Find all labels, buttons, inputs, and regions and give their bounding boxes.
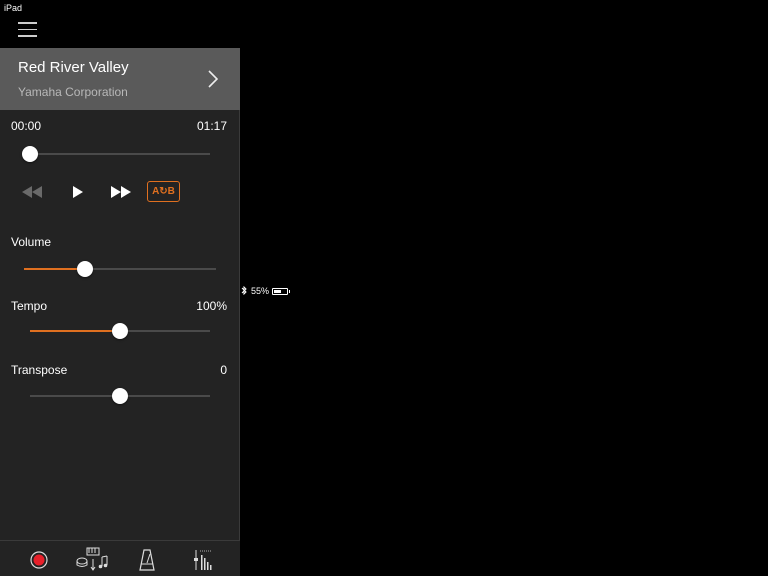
slider-thumb[interactable] [77, 261, 94, 277]
slider-thumb[interactable] [112, 323, 128, 339]
volume-label: Volume [11, 235, 52, 249]
rewind-icon [22, 186, 42, 198]
device-name: iPad [4, 3, 23, 13]
slider-fill [30, 330, 120, 332]
song-artist: Yamaha Corporation [18, 85, 128, 99]
slider-track [30, 153, 210, 155]
tempo-value: 100% [196, 299, 227, 313]
play-button[interactable] [70, 181, 86, 203]
style-button[interactable] [76, 547, 110, 573]
slider-thumb[interactable] [22, 146, 38, 162]
total-time: 01:17 [196, 119, 227, 133]
volume-slider[interactable] [24, 259, 216, 279]
battery-icon [272, 287, 291, 295]
chevron-right-icon [208, 70, 218, 88]
mixer-icon [194, 550, 212, 570]
fast-forward-icon [111, 186, 131, 198]
mixer-button[interactable] [192, 547, 214, 573]
control-panel: Red River Valley Yamaha Corporation 00:0… [0, 0, 240, 576]
transpose-slider[interactable] [30, 386, 210, 406]
song-title: Red River Valley [18, 59, 129, 76]
ab-repeat-button[interactable]: A↻B [147, 181, 180, 202]
app-root: iPad 11:46 55% Red River Valley Yamaha C… [0, 0, 768, 576]
slider-fill [24, 268, 86, 270]
record-icon [30, 551, 48, 569]
fast-forward-button[interactable] [109, 181, 133, 203]
bottom-toolbar [0, 540, 240, 576]
record-button[interactable] [28, 547, 50, 573]
current-time: 00:00 [11, 119, 42, 133]
status-bar: iPad 11:46 55% [0, 0, 768, 576]
tempo-slider[interactable] [30, 321, 210, 341]
style-instrument-icon [76, 547, 108, 571]
song-position-slider[interactable] [22, 144, 210, 164]
song-select-card[interactable]: Red River Valley Yamaha Corporation [0, 48, 240, 110]
hamburger-menu-icon[interactable] [18, 22, 37, 38]
play-icon [73, 186, 83, 198]
metronome-icon [139, 549, 155, 571]
status-right: 55% [241, 3, 768, 576]
transpose-value: 0 [220, 363, 227, 377]
slider-thumb[interactable] [112, 388, 128, 404]
battery-fill [274, 289, 281, 293]
transpose-label: Transpose [11, 363, 68, 377]
metronome-button[interactable] [137, 547, 157, 573]
bluetooth-icon [241, 285, 248, 297]
battery-percent: 55% [251, 286, 270, 296]
tempo-label: Tempo [11, 299, 48, 313]
rewind-button[interactable] [20, 181, 44, 203]
